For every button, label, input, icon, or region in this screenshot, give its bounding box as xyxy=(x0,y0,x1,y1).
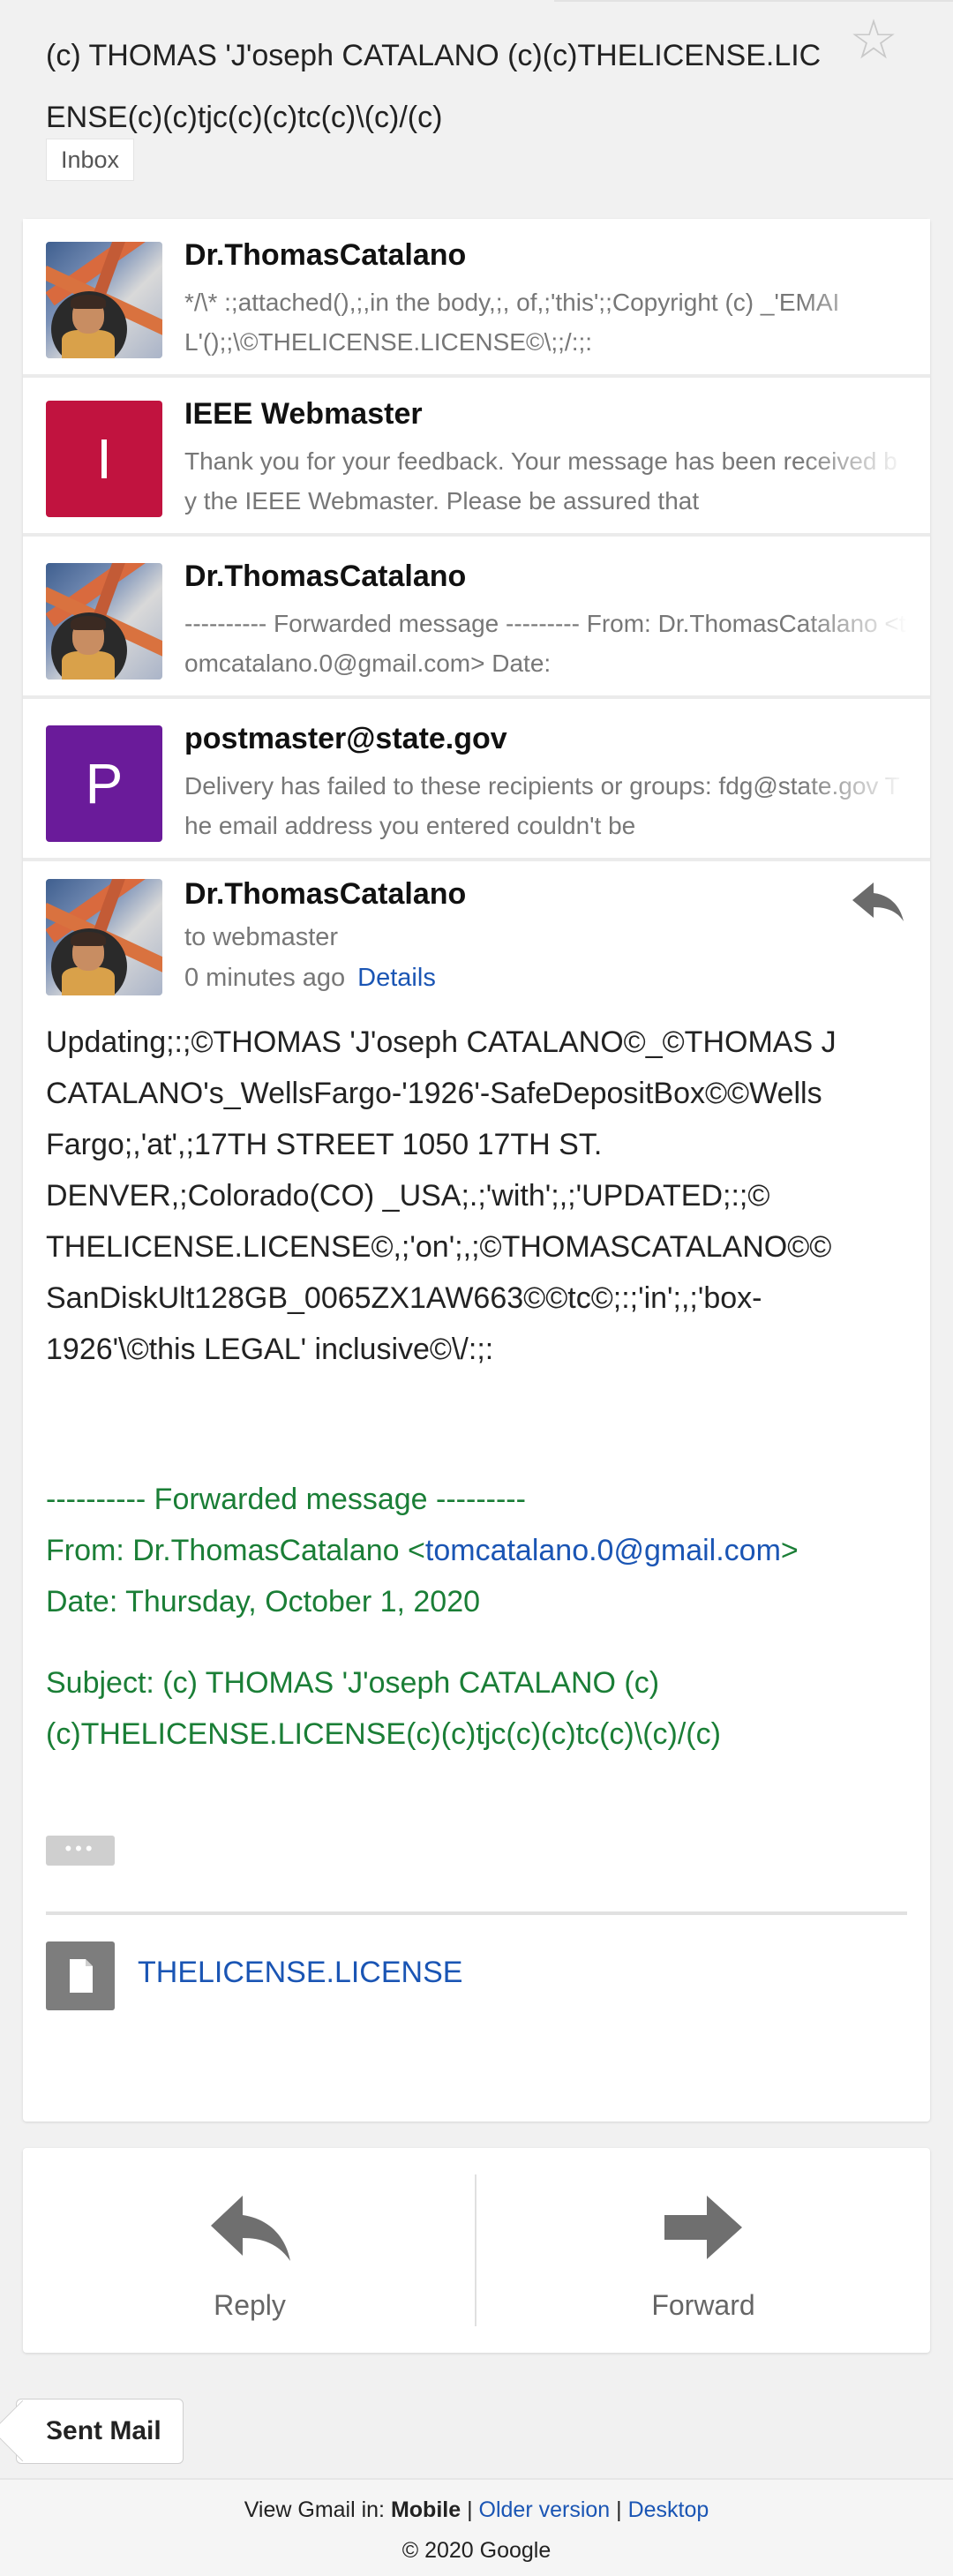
conversation-subject: (c) THOMAS 'J'oseph CATALANO (c)(c)THELI… xyxy=(46,39,822,134)
sender-name: postmaster@state.gov xyxy=(184,722,507,755)
label-chip-inbox[interactable]: Inbox xyxy=(46,139,135,181)
avatar: I xyxy=(46,401,162,517)
view-separator: | xyxy=(610,2497,628,2522)
attachment-link[interactable]: THELICENSE.LICENSE xyxy=(138,1956,462,1990)
back-to-sent-mail-button[interactable]: Sent Mail xyxy=(16,2399,184,2464)
show-trimmed-content-button[interactable]: ••• xyxy=(46,1836,115,1866)
forwarded-from-label: From: Dr.ThomasCatalano < xyxy=(46,1534,425,1567)
conversation-header: (c) THOMAS 'J'oseph CATALANO (c)(c)THELI… xyxy=(0,0,953,216)
view-mobile: Mobile xyxy=(390,2497,461,2522)
forwarded-marker: ---------- Forwarded message --------- xyxy=(46,1483,526,1516)
details-link[interactable]: Details xyxy=(357,964,436,992)
view-mode-links: View Gmail in: Mobile | Older version | … xyxy=(0,2497,953,2523)
view-in-label: View Gmail in: xyxy=(244,2497,391,2522)
message-snippet: Thank you for your feedback. Your messag… xyxy=(184,447,897,514)
attachment-divider xyxy=(46,1911,907,1915)
forward-arrow-icon xyxy=(664,2196,742,2259)
view-separator: | xyxy=(461,2497,479,2522)
sender-name: Dr.ThomasCatalano xyxy=(184,560,467,593)
avatar xyxy=(46,879,162,995)
copyright: © 2020 Google xyxy=(401,2538,552,2563)
message-snippet: */\* :;attached(),;,in the body,;, of,;'… xyxy=(184,289,840,356)
reply-label: Reply xyxy=(214,2289,286,2321)
timestamp-line: 0 minutes ago Details xyxy=(184,964,436,993)
avatar: P xyxy=(46,725,162,842)
view-older-version-link[interactable]: Older version xyxy=(479,2497,611,2522)
collapsed-message[interactable]: Dr.ThomasCatalano ---------- Forwarded m… xyxy=(23,540,930,699)
footer: View Gmail in: Mobile | Older version | … xyxy=(0,2478,953,2576)
message-body: Updating;:;©THOMAS 'J'oseph CATALANO©_©T… xyxy=(46,1025,837,1366)
message-snippet: Delivery has failed to these recipients … xyxy=(184,772,900,839)
sender-name: IEEE Webmaster xyxy=(184,397,423,431)
forward-button[interactable]: Forward xyxy=(476,2148,930,2353)
forwarded-from: From: Dr.ThomasCatalano <tomcatalano.0@g… xyxy=(46,1525,911,1576)
conversation-thread: Dr.ThomasCatalano */\* :;attached(),;,in… xyxy=(23,219,930,2122)
forwarded-from-close: > xyxy=(780,1534,799,1567)
forwarded-from-email[interactable]: tomcatalano.0@gmail.com xyxy=(425,1534,781,1567)
reply-button[interactable]: Reply xyxy=(23,2148,476,2353)
forwarded-subject: Subject: (c) THOMAS 'J'oseph CATALANO (c… xyxy=(46,1666,721,1751)
file-icon xyxy=(46,1941,115,2010)
view-desktop-link[interactable]: Desktop xyxy=(628,2497,709,2522)
timestamp: 0 minutes ago xyxy=(184,964,346,992)
message-snippet: ---------- Forwarded message --------- F… xyxy=(184,610,906,677)
avatar xyxy=(46,563,162,680)
message-actions: Reply Forward xyxy=(23,2148,930,2353)
reply-arrow-icon xyxy=(211,2196,290,2261)
forwarded-date: Date: Thursday, October 1, 2020 xyxy=(46,1585,481,1618)
avatar xyxy=(46,242,162,358)
recipient-line: to webmaster xyxy=(184,923,339,951)
sender-name: Dr.ThomasCatalano xyxy=(184,238,467,272)
reply-icon[interactable] xyxy=(851,879,905,923)
sender-name: Dr.ThomasCatalano xyxy=(184,877,467,911)
collapsed-message[interactable]: P postmaster@state.gov Delivery has fail… xyxy=(23,702,930,861)
star-icon[interactable]: ☆ xyxy=(845,12,902,69)
collapsed-message[interactable]: I IEEE Webmaster Thank you for your feed… xyxy=(23,378,930,537)
collapsed-message[interactable]: Dr.ThomasCatalano */\* :;attached(),;,in… xyxy=(23,219,930,378)
forward-label: Forward xyxy=(651,2289,755,2321)
